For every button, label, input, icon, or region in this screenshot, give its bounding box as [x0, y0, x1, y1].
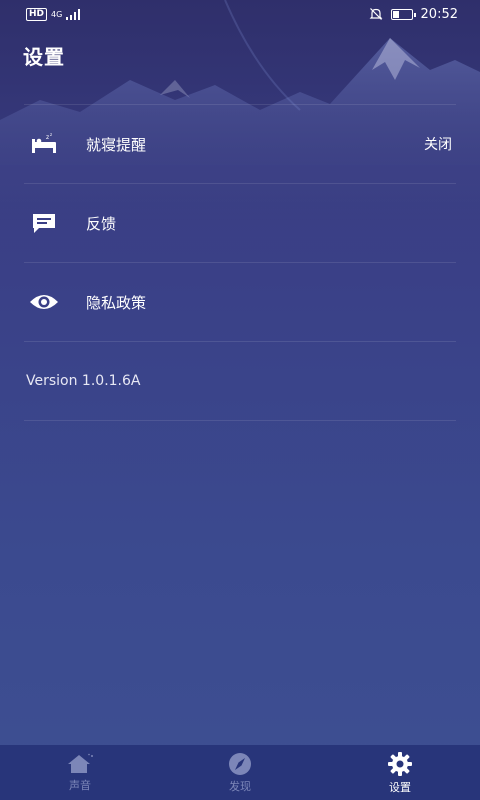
hd-badge: HD	[26, 7, 48, 21]
tab-discover-label: 发现	[229, 779, 251, 793]
gear-icon	[388, 751, 412, 776]
feedback-label: 反馈	[86, 214, 117, 233]
tab-settings[interactable]: 设置	[340, 751, 460, 795]
status-bar: HD 4G 20:52	[0, 0, 480, 28]
settings-item-privacy-policy[interactable]: 隐私政策	[24, 262, 456, 341]
clock: 20:52	[420, 6, 458, 22]
mute-bell-icon	[369, 8, 382, 20]
settings-list: z z 就寝提醒 关闭 反馈 隐私政策 Version 1.0.1.6A	[0, 104, 480, 421]
svg-text:z: z	[50, 133, 52, 137]
bedtime-reminder-status: 关闭	[424, 137, 452, 153]
tab-sounds-label: 声音	[69, 778, 91, 792]
message-icon	[26, 210, 62, 236]
signal-icon	[66, 8, 81, 20]
settings-item-bedtime-reminder[interactable]: z z 就寝提醒 关闭	[24, 104, 456, 183]
tab-sounds[interactable]: 声音	[20, 753, 140, 793]
bottom-tab-bar: 声音 发现 设置	[0, 745, 480, 800]
settings-item-feedback[interactable]: 反馈	[24, 183, 456, 262]
battery-icon	[390, 8, 416, 20]
app-version: Version 1.0.1.6A	[24, 341, 456, 421]
bedtime-reminder-label: 就寝提醒	[86, 135, 147, 154]
compass-icon	[229, 752, 251, 775]
tab-settings-label: 设置	[389, 780, 411, 794]
bed-icon: z z	[26, 131, 62, 157]
svg-text:z: z	[46, 134, 49, 141]
page-title: 设置	[23, 45, 65, 69]
privacy-policy-label: 隐私政策	[86, 293, 147, 312]
network-type: 4G	[51, 9, 63, 19]
eye-icon	[26, 289, 62, 315]
tab-discover[interactable]: 发现	[180, 752, 300, 794]
home-icon	[68, 753, 93, 773]
